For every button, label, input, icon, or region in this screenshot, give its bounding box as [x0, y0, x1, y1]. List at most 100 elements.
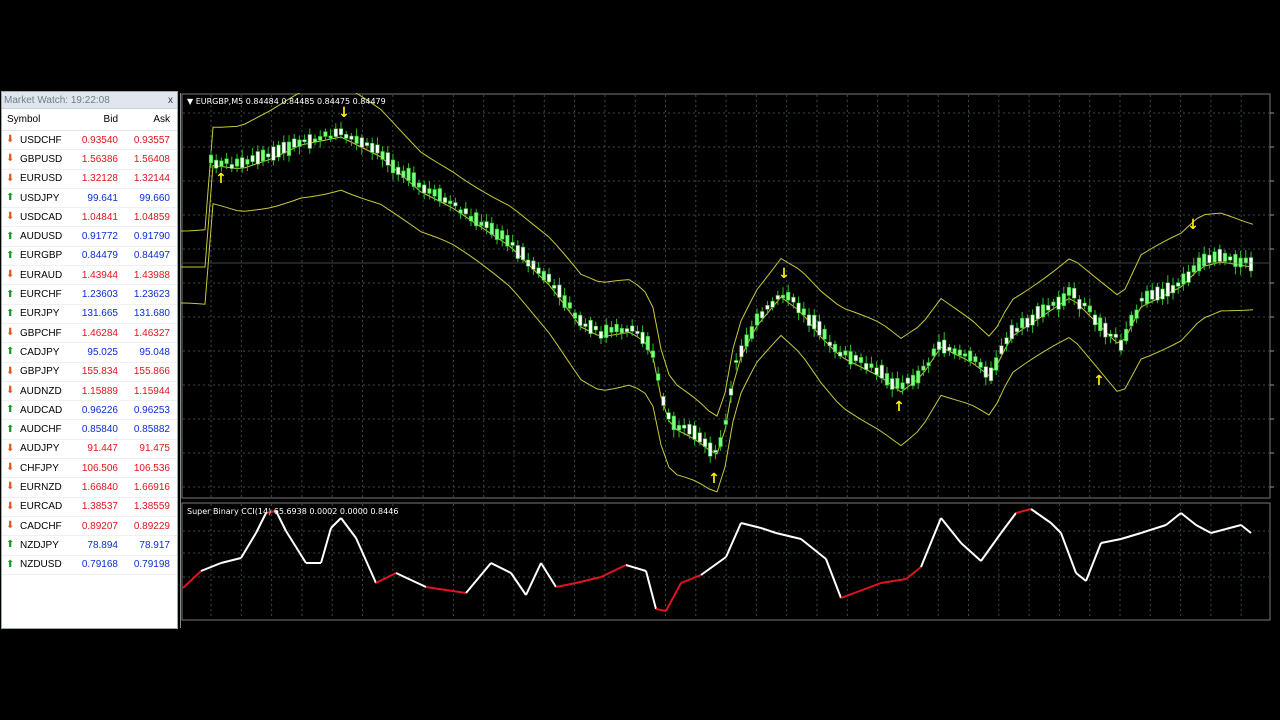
symbol-row-eurusd[interactable]: ⬇ EURUSD 1.32128 1.32144: [2, 170, 177, 189]
symbol-row-eurnzd[interactable]: ⬇ EURNZD 1.66840 1.66916: [2, 478, 177, 498]
bullish-candle: [500, 230, 505, 240]
symbol-row-nzdusd[interactable]: ⬆ NZDUSD 0.79168 0.79198: [2, 556, 177, 575]
bearish-candle: [1150, 289, 1155, 300]
bearish-candle: [692, 425, 697, 440]
symbol-name: GBPUSD: [20, 153, 63, 165]
bullish-candle: [921, 365, 926, 371]
column-header-bid[interactable]: Bid: [72, 109, 122, 130]
bearish-candle: [271, 146, 276, 161]
bullish-candle: [968, 350, 973, 362]
symbol-row-eurcad[interactable]: ⬇ EURCAD 1.38537 1.38559: [2, 498, 177, 517]
bearish-candle: [1103, 322, 1108, 338]
bullish-candle: [458, 209, 463, 214]
bullish-candle: [1124, 328, 1129, 342]
price-up-icon: ⬆: [6, 307, 15, 319]
bullish-candle: [401, 170, 406, 178]
bullish-candle: [900, 382, 905, 390]
cci-line-segment: [395, 572, 427, 588]
symbol-row-eurgbp[interactable]: ⬆ EURGBP 0.84479 0.84497: [2, 247, 177, 267]
symbol-row-euraud[interactable]: ⬇ EURAUD 1.43944 1.43988: [2, 266, 177, 286]
bearish-candle: [250, 155, 255, 163]
price-chart[interactable]: ↑ ↓ ↑ ↓ ↑ ↑ ↓ ▼ EURGBP,M5 0.84484 0.84485 0.84…: [180, 93, 1280, 628]
symbol-row-cadjpy[interactable]: ⬆ CADJPY 95.025 95.048: [2, 343, 177, 363]
bullish-candle: [380, 151, 385, 160]
chart-menu-triangle-icon[interactable]: ▼: [187, 97, 196, 106]
symbol-row-usdjpy[interactable]: ⬆ USDJPY 99.641 99.660: [2, 189, 177, 209]
price-up-icon: ⬆: [6, 423, 15, 435]
symbol-cell: ⬇ EURCAD: [2, 501, 72, 512]
symbol-row-audchf[interactable]: ⬆ AUDCHF 0.85840 0.85882: [2, 420, 177, 440]
symbol-row-nzdjpy[interactable]: ⬆ NZDJPY 78.894 78.917: [2, 536, 177, 556]
bearish-candle: [947, 346, 952, 351]
bearish-candle: [728, 388, 734, 396]
symbol-row-audusd[interactable]: ⬆ AUDUSD 0.91772 0.91790: [2, 227, 177, 247]
symbol-row-gbpchf[interactable]: ⬇ GBPCHF 1.46284 1.46327: [2, 324, 177, 344]
symbol-cell: ⬇ CHFJPY: [2, 463, 72, 474]
cci-line-segment: [182, 570, 202, 589]
price-down-icon: ⬇: [6, 153, 15, 165]
bullish-candle: [1144, 290, 1150, 305]
symbol-cell: ⬇ EURUSD: [2, 173, 72, 184]
indicator-header: Super Binary CCI(14) 65.6938 0.0002 0.00…: [187, 507, 399, 516]
chart-canvas[interactable]: ↑ ↓ ↑ ↓ ↑ ↑ ↓: [181, 93, 1280, 628]
cci-line-segment: [465, 562, 492, 594]
bullish-candle: [505, 235, 510, 247]
symbol-row-audnzd[interactable]: ⬇ AUDNZD 1.15889 1.15944: [2, 382, 177, 402]
bullish-candle: [1181, 273, 1186, 285]
cci-line-segment: [1085, 542, 1102, 582]
bullish-candle: [468, 215, 474, 222]
symbol-row-chfjpy[interactable]: ⬇ CHFJPY 106.506 106.536: [2, 459, 177, 479]
symbol-row-audcad[interactable]: ⬆ AUDCAD 0.96226 0.96253: [2, 401, 177, 421]
bullish-candle: [1061, 293, 1066, 307]
bearish-candle: [302, 139, 307, 143]
symbol-name: EURJPY: [20, 308, 60, 320]
bearish-candle: [281, 141, 286, 154]
column-header-symbol[interactable]: Symbol: [2, 109, 72, 130]
bearish-candle: [905, 377, 910, 384]
column-header-ask[interactable]: Ask: [122, 109, 174, 130]
bullish-candle: [562, 295, 567, 308]
ask-value: 106.536: [133, 462, 170, 474]
bullish-candle: [354, 135, 359, 144]
cci-line-segment: [625, 564, 647, 572]
symbol-row-gbpjpy[interactable]: ⬇ GBPJPY 155.834 155.866: [2, 363, 177, 382]
bearish-candle: [702, 438, 708, 447]
ask-value: 1.46327: [133, 327, 170, 339]
close-icon[interactable]: x: [168, 92, 173, 109]
bearish-candle: [598, 331, 604, 339]
bullish-candle: [843, 350, 848, 356]
bearish-candle: [536, 267, 541, 274]
symbol-row-cadchf[interactable]: ⬇ CADCHF 0.89207 0.89229: [2, 517, 177, 537]
bearish-candle: [583, 323, 588, 327]
symbol-row-eurjpy[interactable]: ⬆ EURJPY 131.665 131.680: [2, 305, 177, 324]
cci-line-segment: [665, 582, 682, 612]
cci-line-segment: [490, 562, 512, 574]
symbol-cell: ⬇ EURNZD: [2, 482, 72, 493]
bid-value: 1.46284: [81, 327, 118, 339]
bearish-candle: [484, 221, 489, 229]
bullish-candle: [645, 336, 650, 351]
bearish-candle: [1186, 271, 1191, 283]
bearish-candle: [1113, 333, 1118, 338]
symbol-row-usdchf[interactable]: ⬇ USDCHF 0.93540 0.93557: [2, 131, 177, 151]
price-up-icon: ⬆: [6, 558, 15, 570]
bullish-candle: [411, 172, 416, 187]
buy-signal-arrow-icon: ↑: [1093, 373, 1105, 389]
ask-value: 1.66916: [133, 481, 170, 493]
symbol-row-usdcad[interactable]: ⬇ USDCAD 1.04841 1.04859: [2, 208, 177, 228]
bearish-candle: [812, 314, 817, 330]
market-watch-header: Symbol Bid Ask: [2, 109, 177, 131]
symbol-row-eurchf[interactable]: ⬆ EURCHF 1.23603 1.23623: [2, 285, 177, 305]
cci-line-segment: [1100, 538, 1122, 544]
bullish-candle: [567, 302, 572, 309]
bearish-candle: [1030, 314, 1035, 326]
bullish-candle: [572, 312, 578, 319]
price-up-icon: ⬆: [6, 404, 15, 416]
symbol-name: AUDCAD: [20, 404, 63, 416]
symbol-cell: ⬆ AUDCAD: [2, 405, 72, 416]
symbol-row-audjpy[interactable]: ⬇ AUDJPY 91.447 91.475: [2, 440, 177, 460]
price-down-icon: ⬇: [6, 172, 15, 184]
symbol-row-gbpusd[interactable]: ⬇ GBPUSD 1.56386 1.56408: [2, 150, 177, 170]
bearish-candle: [890, 378, 895, 390]
ask-value: 91.475: [139, 443, 170, 455]
